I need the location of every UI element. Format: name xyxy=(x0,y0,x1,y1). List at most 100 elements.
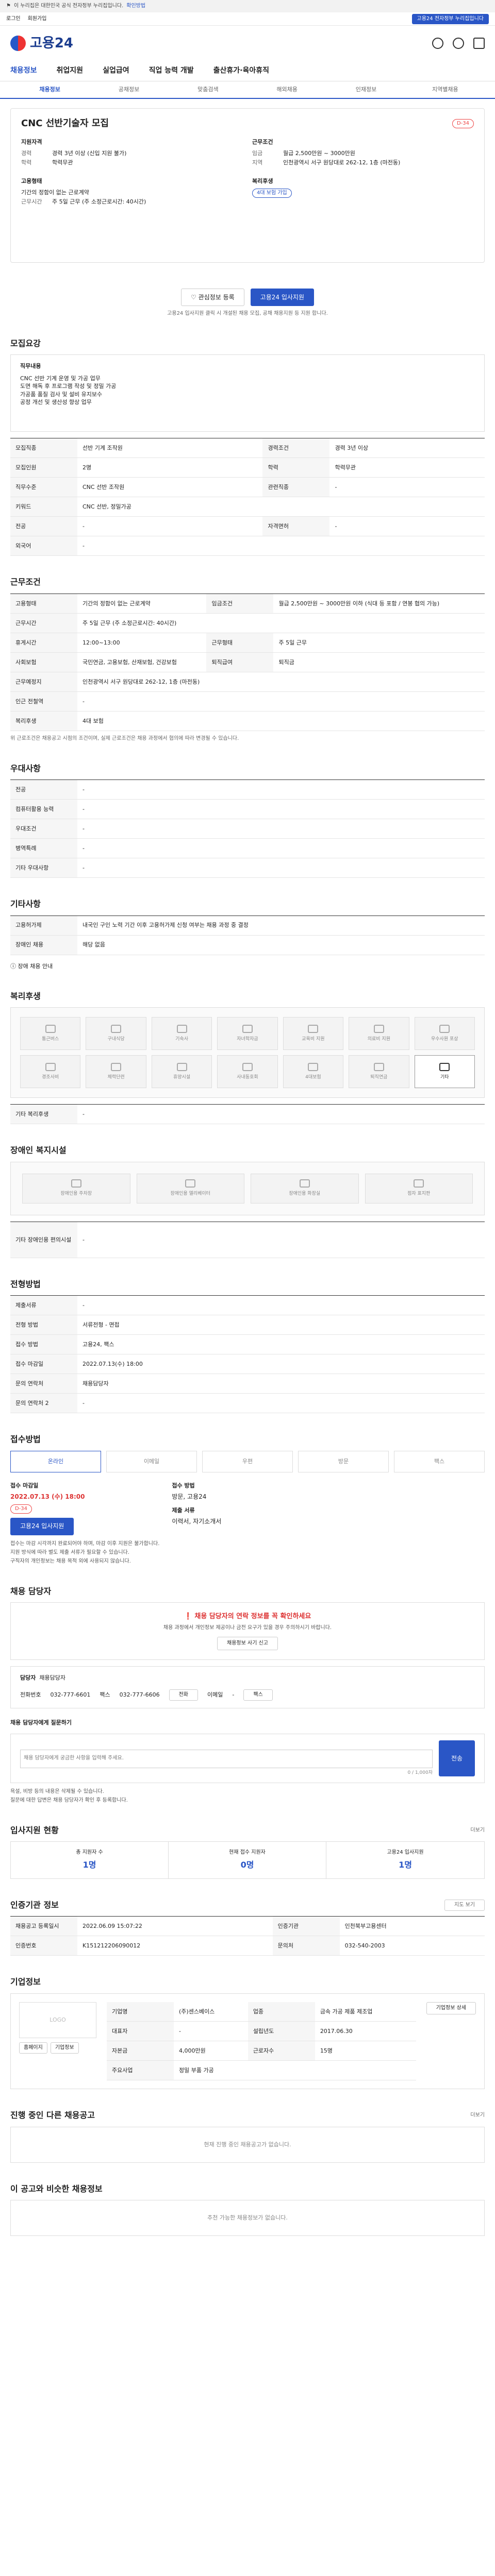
table-row: 자본금 4,000만원 근로자수 15명 xyxy=(107,2041,416,2061)
stats-section: 입사지원 현황 더보기 총 지원자 수 1명 현재 접수 지원자 0명 고용24 입사지원… xyxy=(10,1825,485,1879)
tab-overseas[interactable]: 해외채용 xyxy=(248,86,326,93)
gov-notice-text: 이 누리집은 대한민국 공식 전자정부 누리집입니다. xyxy=(13,3,124,9)
call-button[interactable]: 전화 xyxy=(169,1689,199,1701)
fraud-warning: ❗ 채용 담당자의 연락 정보를 꼭 확인하세요 채용 과정에서 개인정보 제공… xyxy=(10,1602,485,1660)
table-row: 전형 방법 서류전형 - 면접 xyxy=(10,1315,485,1335)
employment-type-heading: 고용형태 xyxy=(21,178,42,185)
row-value: - xyxy=(329,516,485,537)
official-site-badge[interactable]: 고용24 전자정부 누리집입니다 xyxy=(411,13,489,24)
tab-public[interactable]: 공채정보 xyxy=(89,86,168,93)
tab-custom[interactable]: 맞춤검색 xyxy=(169,86,248,93)
search-icon[interactable] xyxy=(432,38,443,49)
welfare-label: 구내식당 xyxy=(107,1037,125,1042)
table-row: 모집직종 선반 기계 조작원 경력조건 경력 3년 이상 xyxy=(10,438,485,459)
gov-notice-toggle[interactable]: 확인방법 xyxy=(126,3,145,10)
user-icon[interactable] xyxy=(453,38,464,49)
table-row: 문의 연락처 채용담당자 xyxy=(10,1374,485,1394)
apply-method-grid: 온라인 이메일 우편 방문 팩스 xyxy=(10,1450,485,1472)
scrap-button[interactable]: ♡ 관심정보 등록 xyxy=(181,289,244,306)
fraud-report-button[interactable]: 채용정보 사기 신고 xyxy=(217,1637,278,1651)
tab-region[interactable]: 지역별채용 xyxy=(406,86,485,93)
table-row: 병역특례 - xyxy=(10,838,485,859)
row-value: - xyxy=(329,477,485,498)
row-label: 대표자 xyxy=(107,2021,174,2042)
row-value: 주 5일 근무 (주 소정근로시간: 40시간) xyxy=(77,613,485,633)
gnb-item-benefit[interactable]: 실업급여 xyxy=(103,66,129,76)
row-value: 2022.07.13(수) 18:00 xyxy=(77,1354,485,1375)
facility-icon xyxy=(185,1179,196,1188)
table-row: 기타 우대사항 - xyxy=(10,858,485,878)
row-value: 월급 2,500만원 ~ 3000만원 이하 (식대 등 포함 / 연봉 협의 … xyxy=(273,594,485,614)
row-value: 내국인 구인 노력 기간 이후 고용허가제 신청 여부는 채용 과정 중 결정 xyxy=(77,916,485,936)
welfare-section: 복리후생 통근버스 구내식당 기숙사 자녀학자금 교육비 지원 의료비 지원 우수사원 포상… xyxy=(10,991,485,1125)
stat-item: 고용24 입사지원 1명 xyxy=(326,1842,484,1878)
row-label: 근무예정지 xyxy=(10,672,77,692)
gnb-item-jobs[interactable]: 채용정보 xyxy=(10,66,37,76)
table-row: 외국어 - xyxy=(10,536,485,556)
row-label: 모집인원 xyxy=(10,457,77,478)
row-value: - xyxy=(77,838,485,859)
row-value: (주)센스베이스 xyxy=(174,2002,248,2022)
welfare-icon xyxy=(373,1025,384,1033)
tab-talent[interactable]: 인재정보 xyxy=(326,86,405,93)
tab-jobs[interactable]: 채용정보 xyxy=(10,86,89,93)
row-label: 기업명 xyxy=(107,2002,174,2022)
stats-more-link[interactable]: 더보기 xyxy=(470,1827,485,1834)
gnb-item-support[interactable]: 취업지원 xyxy=(57,66,84,76)
welfare-icon xyxy=(439,1063,450,1072)
table-row: 직무수준 CNC 선반 조작원 관련직종 - xyxy=(10,477,485,498)
apply-button-2[interactable]: 고용24 입사지원 xyxy=(10,1517,74,1535)
row-label: 복리후생 xyxy=(10,711,77,731)
welfare-item: 퇴직연금 xyxy=(349,1055,409,1089)
welfare-icon xyxy=(308,1063,319,1072)
welfare-icon xyxy=(242,1063,253,1072)
table-row: 컴퓨터활용 능력 - xyxy=(10,799,485,820)
site-logo[interactable]: 고용24 xyxy=(10,34,73,53)
question-submit-button[interactable]: 전송 xyxy=(439,1740,475,1777)
welfare-icon xyxy=(176,1025,187,1033)
row-value: 경력 3년 이상 xyxy=(329,438,485,459)
apply-method: 이메일 xyxy=(106,1450,197,1472)
row-value: 2022.06.09 15:07:22 xyxy=(77,1916,273,1937)
table-row: 장애인 채용 해당 없음 xyxy=(10,935,485,955)
same-company-more-link[interactable]: 더보기 xyxy=(470,2112,485,2119)
heart-icon: ♡ xyxy=(191,293,199,301)
gnb-item-training[interactable]: 직업 능력 개발 xyxy=(149,66,194,76)
row-value: - xyxy=(77,516,263,537)
homepage-button[interactable]: 홈페이지 xyxy=(19,2042,47,2054)
welfare-icon xyxy=(111,1063,122,1072)
row-label: 인근 전철역 xyxy=(10,691,77,711)
question-input[interactable] xyxy=(20,1750,433,1769)
fax-button[interactable]: 팩스 xyxy=(243,1689,273,1701)
facility-label: 장애인용 주차장 xyxy=(60,1191,92,1197)
company-logo: LOGO xyxy=(19,2002,96,2038)
org-table: 채용공고 등록일시 2022.06.09 15:07:22 인증기관 인천북부고용센터… xyxy=(10,1916,485,1956)
deadline-text: 2022.07.13 (수) 18:00 xyxy=(10,1493,85,1500)
welfare-label: 4대보험 xyxy=(305,1075,321,1080)
row-value: 기간의 정함이 없는 근로계약 xyxy=(77,594,207,614)
apply-button[interactable]: 고용24 입사지원 xyxy=(250,289,314,306)
row-label: 근무형태 xyxy=(206,633,274,653)
row-label: 전형 방법 xyxy=(10,1315,77,1335)
disability-link[interactable]: ⓘ 장애 채용 안내 xyxy=(10,962,485,970)
row-value: 15명 xyxy=(315,2041,416,2061)
phone-value: 032-777-6601 xyxy=(50,1691,91,1698)
login-link[interactable]: 로그인 xyxy=(6,15,21,23)
duty-box: 직무내용 CNC 선반 기계 운영 및 가공 업무 도면 해독 후 프로그램 작… xyxy=(10,354,485,432)
table-row: 대표자 - 설립년도 2017.06.30 xyxy=(107,2021,416,2042)
utility-bar: 로그인 회원가입 고용24 전자정부 누리집입니다 xyxy=(0,12,495,26)
work-section: 근무조건 고용형태 기간의 정함이 없는 근로계약 임금조건 월급 2,500만원 ~… xyxy=(10,577,485,742)
company-detail-button[interactable]: 기업정보 상세 xyxy=(426,2002,476,2014)
org-map-button[interactable]: 지도 보기 xyxy=(444,1900,485,1911)
row-value: - xyxy=(77,1295,485,1316)
row-value: - xyxy=(77,1393,485,1414)
signup-link[interactable]: 회원가입 xyxy=(28,15,47,23)
row-value: 주 5일 근무 xyxy=(273,633,485,653)
row-value: 4,000만원 xyxy=(174,2041,248,2061)
facility-item: 장애인용 엘리베이터 xyxy=(136,1173,244,1204)
row-label: 퇴직급여 xyxy=(206,652,274,672)
work-table: 고용형태 기간의 정함이 없는 근로계약 임금조건 월급 2,500만원 ~ 3000… xyxy=(10,593,485,731)
company-info-button[interactable]: 기업정보 xyxy=(50,2042,79,2054)
menu-icon[interactable] xyxy=(473,38,485,49)
gnb-item-leave[interactable]: 출산휴가·육아휴직 xyxy=(213,66,269,76)
